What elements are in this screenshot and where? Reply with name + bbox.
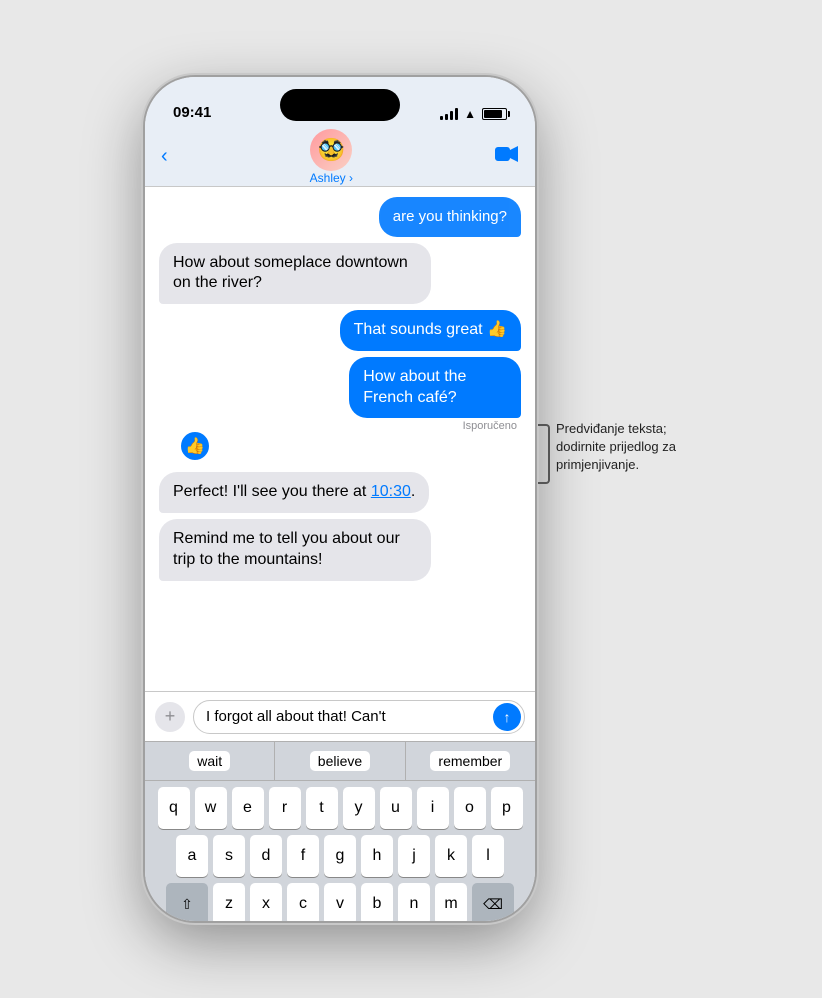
key-f[interactable]: f — [287, 835, 319, 877]
status-time: 09:41 — [173, 104, 211, 121]
signal-bars-icon — [440, 108, 458, 120]
avatar: 🥸 — [310, 129, 352, 171]
key-x[interactable]: x — [250, 883, 282, 921]
battery-fill — [484, 110, 502, 118]
keyboard-row-3: ⇧ z x c v b n m ⌫ — [149, 883, 531, 921]
key-n[interactable]: n — [398, 883, 430, 921]
key-r[interactable]: r — [269, 787, 301, 829]
key-z[interactable]: z — [213, 883, 245, 921]
chevron-left-icon: ‹ — [161, 145, 168, 168]
key-d[interactable]: d — [250, 835, 282, 877]
predictive-word-1[interactable]: wait — [145, 742, 275, 780]
annotation-wrapper: Predviđanje teksta; dodirnite prijedlog … — [538, 0, 680, 998]
add-attachment-button[interactable]: + — [155, 702, 185, 732]
message-row-2: That sounds great 👍 — [159, 310, 521, 351]
key-e[interactable]: e — [232, 787, 264, 829]
message-row-3: How about the French café? — [292, 357, 521, 419]
contact-name: Ashley › — [310, 171, 353, 185]
nav-bar: ‹ 🥸 Ashley › — [145, 127, 535, 187]
key-p[interactable]: p — [491, 787, 523, 829]
predictive-word-3[interactable]: remember — [406, 742, 535, 780]
message-bubble-5: Remind me to tell you about our trip to … — [159, 519, 431, 581]
send-button[interactable]: ↑ — [493, 703, 521, 731]
key-t[interactable]: t — [306, 787, 338, 829]
message-text-4a: Perfect! I'll see you there at — [173, 483, 371, 500]
tapback-thumbs-up: 👍 — [179, 430, 211, 462]
key-l[interactable]: l — [472, 835, 504, 877]
key-w[interactable]: w — [195, 787, 227, 829]
predictive-text-bar: wait believe remember — [145, 741, 535, 781]
key-s[interactable]: s — [213, 835, 245, 877]
key-b[interactable]: b — [361, 883, 393, 921]
message-bubble-partial: are you thinking? — [379, 197, 521, 237]
key-a[interactable]: a — [176, 835, 208, 877]
key-g[interactable]: g — [324, 835, 356, 877]
plus-icon: + — [165, 706, 176, 727]
message-text-2: That sounds great 👍 — [354, 321, 507, 338]
key-k[interactable]: k — [435, 835, 467, 877]
message-text-1: How about someplace downtown on the rive… — [173, 254, 408, 292]
status-icons: ▲ — [440, 107, 507, 121]
battery-icon — [482, 108, 507, 120]
messages-area: are you thinking? How about someplace do… — [145, 187, 535, 691]
dynamic-island — [280, 89, 400, 121]
time-link[interactable]: 10:30 — [371, 483, 411, 500]
message-text-4b: . — [411, 483, 415, 500]
annotation-bracket — [538, 424, 550, 484]
key-h[interactable]: h — [361, 835, 393, 877]
message-text-3: How about the French café? — [363, 368, 466, 406]
key-o[interactable]: o — [454, 787, 486, 829]
keyboard-row-1: q w e r t y u i o p — [149, 787, 531, 829]
delete-key[interactable]: ⌫ — [472, 883, 514, 921]
wifi-icon: ▲ — [464, 107, 476, 121]
key-v[interactable]: v — [324, 883, 356, 921]
message-row-5: Remind me to tell you about our trip to … — [159, 519, 521, 581]
input-wrapper: ↑ — [193, 700, 525, 734]
key-i[interactable]: i — [417, 787, 449, 829]
message-row-4: Perfect! I'll see you there at 10:30. — [159, 472, 521, 513]
key-q[interactable]: q — [158, 787, 190, 829]
shift-key[interactable]: ⇧ — [166, 883, 208, 921]
keyboard-row-2: a s d f g h j k l — [149, 835, 531, 877]
key-u[interactable]: u — [380, 787, 412, 829]
key-y[interactable]: y — [343, 787, 375, 829]
message-input[interactable] — [193, 700, 525, 734]
predictive-word-2[interactable]: believe — [275, 742, 405, 780]
message-bubble-3: How about the French café? — [349, 357, 521, 419]
phone: 09:41 ▲ ‹ 🥸 Ashley › — [145, 77, 535, 921]
key-j[interactable]: j — [398, 835, 430, 877]
nav-center[interactable]: 🥸 Ashley › — [310, 129, 353, 185]
input-area: + ↑ — [145, 691, 535, 741]
video-call-button[interactable] — [495, 145, 519, 169]
predictive-word-3-label: remember — [430, 751, 510, 771]
key-m[interactable]: m — [435, 883, 467, 921]
annotation-box: Predviđanje teksta; dodirnite prijedlog … — [538, 420, 676, 484]
predictive-word-2-label: believe — [310, 751, 370, 771]
message-text-partial: are you thinking? — [393, 208, 507, 225]
back-button[interactable]: ‹ — [161, 145, 168, 168]
send-icon: ↑ — [504, 709, 511, 725]
phone-wrapper: 09:41 ▲ ‹ 🥸 Ashley › — [0, 0, 680, 998]
message-row-1: How about someplace downtown on the rive… — [159, 243, 521, 305]
message-bubble-1: How about someplace downtown on the rive… — [159, 243, 431, 305]
annotation-text: Predviđanje teksta; dodirnite prijedlog … — [556, 420, 676, 475]
message-row-partial: are you thinking? — [159, 197, 521, 237]
message-bubble-4: Perfect! I'll see you there at 10:30. — [159, 472, 429, 513]
message-text-5: Remind me to tell you about our trip to … — [173, 530, 400, 568]
message-bubble-2: That sounds great 👍 — [340, 310, 521, 351]
keyboard: q w e r t y u i o p a s d f g h j k — [145, 781, 535, 921]
predictive-word-1-label: wait — [189, 751, 230, 771]
key-c[interactable]: c — [287, 883, 319, 921]
